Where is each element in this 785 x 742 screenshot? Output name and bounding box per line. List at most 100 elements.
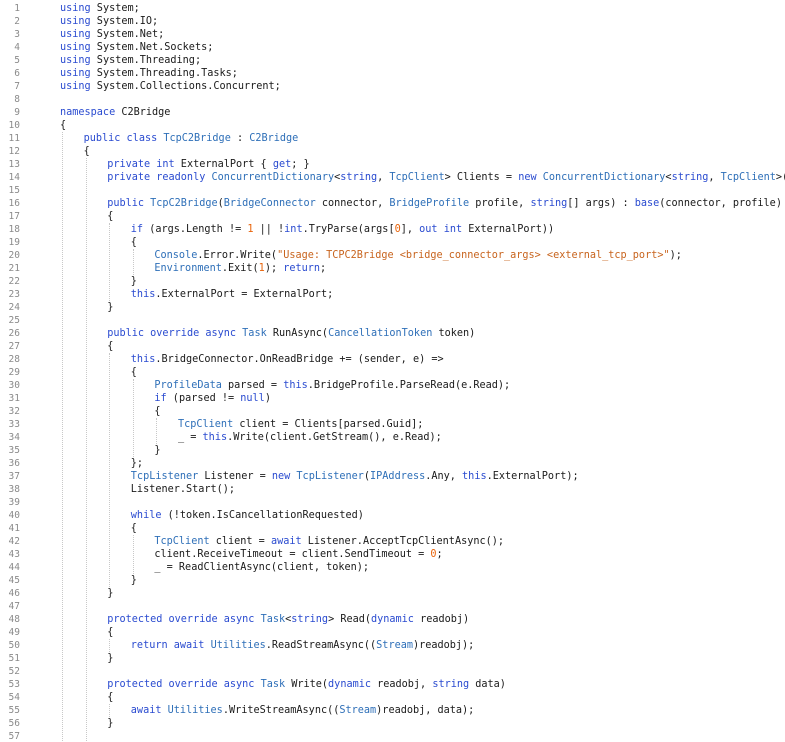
line-number: 39	[8, 497, 20, 508]
code-token: }	[130, 276, 137, 287]
code-token: this	[462, 471, 487, 482]
code-line[interactable]: TcpClient client = Clients[parsed.Guid];	[178, 418, 423, 431]
code-line[interactable]: Console.Error.Write("Usage: TCPC2Bridge …	[154, 249, 682, 262]
code-token: ;	[436, 549, 443, 560]
code-token: System.Threading;	[90, 55, 202, 66]
code-line[interactable]: using System.Threading.Tasks;	[60, 67, 238, 80]
code-token: readonly	[156, 172, 206, 183]
line-number: 22	[8, 276, 20, 287]
line-number: 32	[8, 406, 20, 417]
code-line[interactable]: {	[131, 366, 137, 379]
code-line[interactable]: {	[131, 236, 137, 249]
code-line[interactable]: Listener.Start();	[131, 483, 235, 496]
code-line[interactable]: {	[107, 691, 113, 704]
code-line[interactable]: while (!token.IsCancellationRequested)	[131, 509, 364, 522]
code-token: public	[107, 198, 144, 209]
code-token: TcpListener	[130, 471, 199, 482]
code-line[interactable]: _ = this.Write(client.GetStream(), e.Rea…	[178, 431, 442, 444]
code-line[interactable]: }	[131, 574, 137, 587]
code-line[interactable]: TcpListener Listener = new TcpListener(I…	[131, 470, 579, 483]
code-line[interactable]: }	[107, 652, 113, 665]
code-token: this	[283, 380, 308, 391]
code-line[interactable]: this.ExternalPort = ExternalPort;	[131, 288, 333, 301]
line-number: 45	[8, 575, 20, 586]
code-token: }	[107, 718, 114, 729]
code-line[interactable]: using System;	[60, 2, 140, 15]
code-token: System.Net;	[90, 29, 165, 40]
code-line[interactable]: protected override async Task<string> Re…	[107, 613, 469, 626]
code-line[interactable]: TcpClient client = await Listener.Accept…	[154, 535, 504, 548]
code-line[interactable]: ProfileData parsed = this.BridgeProfile.…	[154, 379, 510, 392]
code-line[interactable]: {	[60, 119, 66, 132]
code-editor[interactable]: 1 2 3 4 5 6 7 8 9 10 11 12 13 14 15 16 17 18 19 20 21 22 23 24 2…	[0, 0, 785, 742]
code-line[interactable]: private readonly ConcurrentDictionary<st…	[107, 171, 785, 184]
code-token: .ExternalPort);	[486, 471, 579, 482]
code-line[interactable]: this.BridgeConnector.OnReadBridge += (se…	[131, 353, 444, 366]
code-token: }	[107, 653, 114, 664]
code-token: await	[173, 640, 205, 651]
code-line[interactable]: private int ExternalPort { get; }	[107, 158, 309, 171]
code-line[interactable]: public class TcpC2Bridge : C2Bridge	[84, 132, 299, 145]
code-token: int	[443, 224, 463, 235]
code-line[interactable]: {	[84, 145, 90, 158]
code-token: dynamic	[371, 614, 414, 625]
code-line[interactable]: if (parsed != null)	[154, 392, 271, 405]
code-token: (connector, profile)	[659, 198, 782, 209]
code-line[interactable]: }	[107, 717, 113, 730]
code-token: client = Clients[parsed.Guid];	[233, 419, 424, 430]
line-number: 35	[8, 445, 20, 456]
code-line[interactable]: }	[107, 301, 113, 314]
code-token: token)	[432, 328, 476, 339]
line-number: 52	[8, 666, 20, 677]
code-line[interactable]: {	[154, 405, 160, 418]
code-token: .Error.Write(	[197, 250, 278, 261]
code-line[interactable]: protected override async Task Write(dyna…	[107, 678, 506, 691]
code-line[interactable]: {	[107, 626, 113, 639]
code-line[interactable]: public TcpC2Bridge(BridgeConnector conne…	[107, 197, 782, 210]
code-line[interactable]: public override async Task RunAsync(Canc…	[107, 327, 475, 340]
code-token: }	[107, 302, 114, 313]
code-line[interactable]: {	[131, 522, 137, 535]
code-token: override	[150, 328, 200, 339]
code-line[interactable]: namespace C2Bridge	[60, 106, 170, 119]
code-line[interactable]: using System.Threading;	[60, 54, 201, 67]
code-line[interactable]: _ = ReadClientAsync(client, token);	[154, 561, 369, 574]
code-token: TcpClient	[720, 172, 776, 183]
line-number: 19	[8, 237, 20, 248]
code-line[interactable]: }	[131, 275, 137, 288]
code-line[interactable]: {	[107, 210, 113, 223]
indent-guide	[109, 223, 111, 301]
line-number: 54	[8, 692, 20, 703]
code-token: System.Net.Sockets;	[90, 42, 214, 53]
code-line[interactable]: if (args.Length != 1 || !int.TryParse(ar…	[131, 223, 554, 236]
code-token: }	[130, 575, 137, 586]
line-number: 17	[8, 211, 20, 222]
code-token: Utilities	[210, 640, 266, 651]
code-line[interactable]: using System.Net.Sockets;	[60, 41, 213, 54]
code-line[interactable]: using System.Net;	[60, 28, 164, 41]
indent-guide	[132, 249, 134, 275]
code-token: client =	[209, 536, 271, 547]
code-line[interactable]: Environment.Exit(1); return;	[154, 262, 326, 275]
code-line[interactable]: using System.Collections.Concurrent;	[60, 80, 281, 93]
code-line[interactable]: {	[107, 340, 113, 353]
code-line[interactable]: }	[107, 587, 113, 600]
code-token: ConcurrentDictionary	[211, 172, 335, 183]
code-token: int	[284, 224, 303, 235]
code-line[interactable]: }	[154, 444, 160, 457]
line-number: 37	[8, 471, 20, 482]
line-number: 3	[14, 29, 20, 40]
code-token: if	[154, 393, 167, 404]
code-line[interactable]: client.ReceiveTimeout = client.SendTimeo…	[154, 548, 442, 561]
indent-guide	[132, 535, 134, 574]
code-token: ,	[708, 172, 721, 183]
line-number: 13	[8, 159, 20, 170]
code-token: async	[205, 328, 237, 339]
code-token: .WriteStreamAsync((	[222, 705, 340, 716]
code-line[interactable]: return await Utilities.ReadStreamAsync((…	[131, 639, 475, 652]
code-line[interactable]: using System.IO;	[60, 15, 158, 28]
code-token: System.Threading.Tasks;	[90, 68, 238, 79]
code-line[interactable]: };	[131, 457, 143, 470]
code-token: readobj,	[370, 679, 433, 690]
code-line[interactable]: await Utilities.WriteStreamAsync((Stream…	[131, 704, 475, 717]
